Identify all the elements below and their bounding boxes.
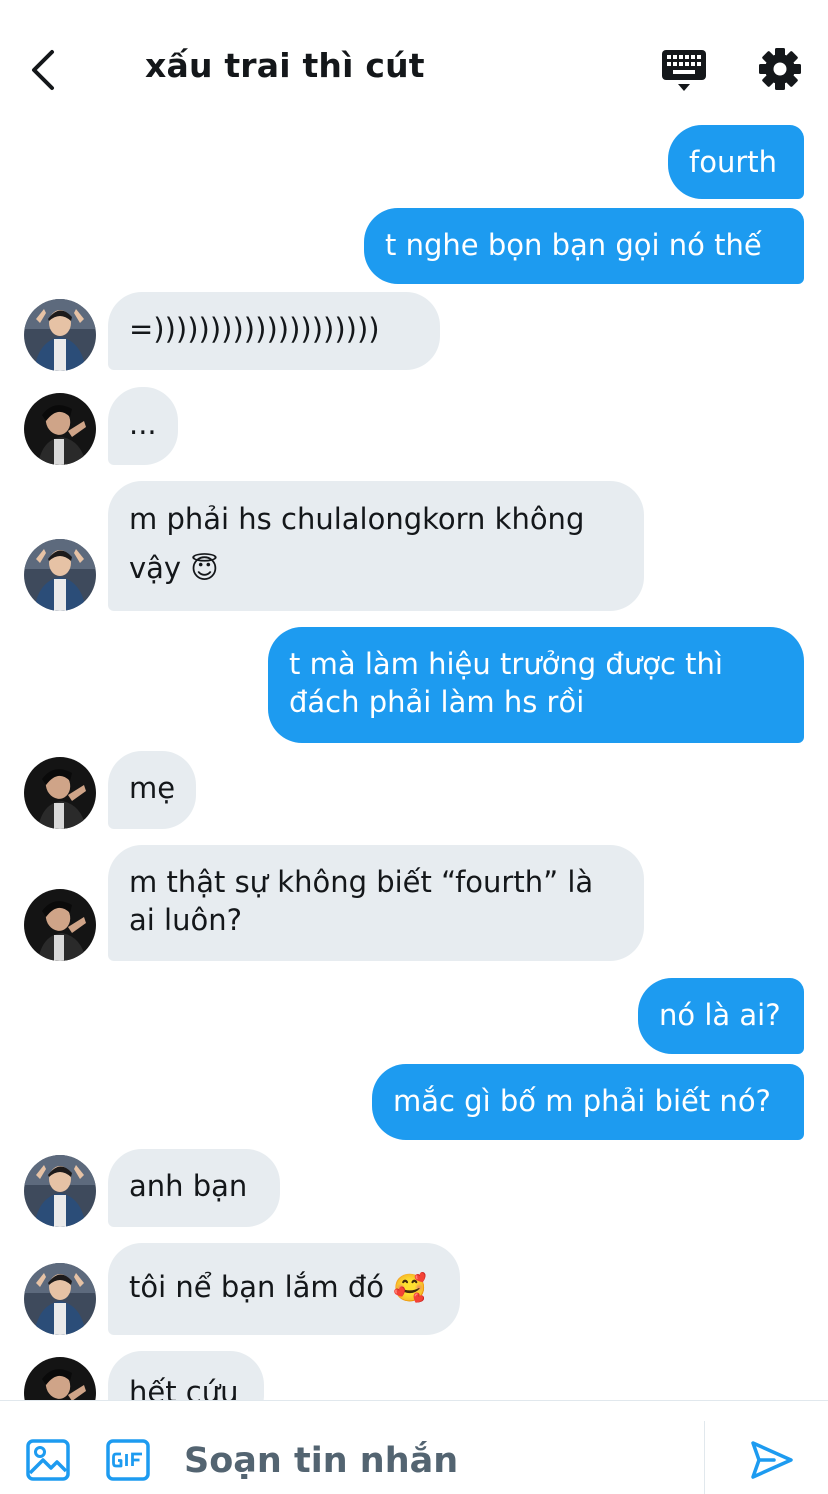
message-text: m phải hs chulalongkorn không: [129, 502, 585, 536]
smiling-face-with-hearts-emoji: 🥰: [393, 1273, 427, 1304]
avatar[interactable]: [24, 299, 96, 371]
conversation-header: xấu trai thì cút: [0, 0, 828, 122]
message-text: mắc gì bố m phải biết nó?: [393, 1084, 771, 1118]
back-button[interactable]: [22, 44, 70, 96]
gear-icon: [759, 48, 801, 90]
message-text: đách phải làm hs rồi: [289, 685, 585, 719]
keyboard-shortcuts-button[interactable]: [660, 46, 708, 94]
message-text: =)))))))))))))))))))): [129, 312, 380, 346]
avatar[interactable]: [24, 757, 96, 829]
message-input[interactable]: [184, 1437, 684, 1485]
message-text: anh bạn: [129, 1169, 248, 1203]
conversation-settings-button[interactable]: [756, 45, 804, 93]
add-gif-button[interactable]: [104, 1437, 152, 1483]
message-text: nó là ai?: [659, 998, 781, 1032]
incoming-message[interactable]: m phải hs chulalongkorn không vậy 😇: [108, 481, 644, 611]
conversation-title[interactable]: xấu trai thì cút: [145, 46, 425, 85]
message-text: ai luôn?: [129, 903, 242, 937]
outgoing-message[interactable]: t mà làm hiệu trưởng được thì đách phải …: [268, 627, 804, 743]
message-list[interactable]: fourth t nghe bọn bạn gọi nó thế =))))))…: [0, 0, 828, 1400]
compose-divider: [704, 1421, 705, 1494]
avatar[interactable]: [24, 1357, 96, 1400]
message-text: fourth: [689, 145, 778, 179]
outgoing-message[interactable]: mắc gì bố m phải biết nó?: [372, 1064, 804, 1140]
message-text: t nghe bọn bạn gọi nó thế: [385, 228, 762, 262]
incoming-message[interactable]: hết cứu: [108, 1351, 264, 1400]
chevron-left-icon: [32, 50, 54, 90]
incoming-message[interactable]: anh bạn: [108, 1149, 280, 1227]
keyboard-icon: [662, 50, 706, 91]
message-text: vậy: [129, 551, 182, 585]
incoming-message[interactable]: m thật sự không biết “fourth” là ai luôn…: [108, 845, 644, 961]
message-text: mẹ: [129, 771, 176, 805]
incoming-message[interactable]: =)))))))))))))))))))): [108, 292, 440, 370]
avatar[interactable]: [24, 539, 96, 611]
send-button[interactable]: [748, 1437, 796, 1483]
incoming-message[interactable]: mẹ: [108, 751, 196, 829]
smiling-face-with-halo-emoji: 😇: [190, 554, 219, 585]
message-text: m thật sự không biết “fourth” là: [129, 865, 594, 899]
compose-bar: [0, 1400, 828, 1494]
add-photo-button[interactable]: [24, 1437, 72, 1483]
outgoing-message[interactable]: nó là ai?: [638, 978, 804, 1054]
message-text: hết cứu: [129, 1375, 239, 1400]
avatar[interactable]: [24, 1155, 96, 1227]
outgoing-message[interactable]: fourth: [668, 125, 804, 199]
incoming-message[interactable]: ...: [108, 387, 178, 465]
message-text: t mà làm hiệu trưởng được thì: [289, 647, 723, 681]
dm-conversation-screen: fourth t nghe bọn bạn gọi nó thế =))))))…: [0, 0, 828, 1494]
image-icon: [26, 1439, 70, 1481]
avatar[interactable]: [24, 1263, 96, 1335]
avatar[interactable]: [24, 889, 96, 961]
message-text: tôi nể bạn lắm đó: [129, 1270, 385, 1304]
send-icon: [751, 1441, 793, 1479]
incoming-message[interactable]: tôi nể bạn lắm đó 🥰: [108, 1243, 460, 1335]
outgoing-message[interactable]: t nghe bọn bạn gọi nó thế: [364, 208, 804, 284]
message-text: ...: [129, 407, 157, 441]
gif-icon: [106, 1439, 150, 1481]
avatar[interactable]: [24, 393, 96, 465]
